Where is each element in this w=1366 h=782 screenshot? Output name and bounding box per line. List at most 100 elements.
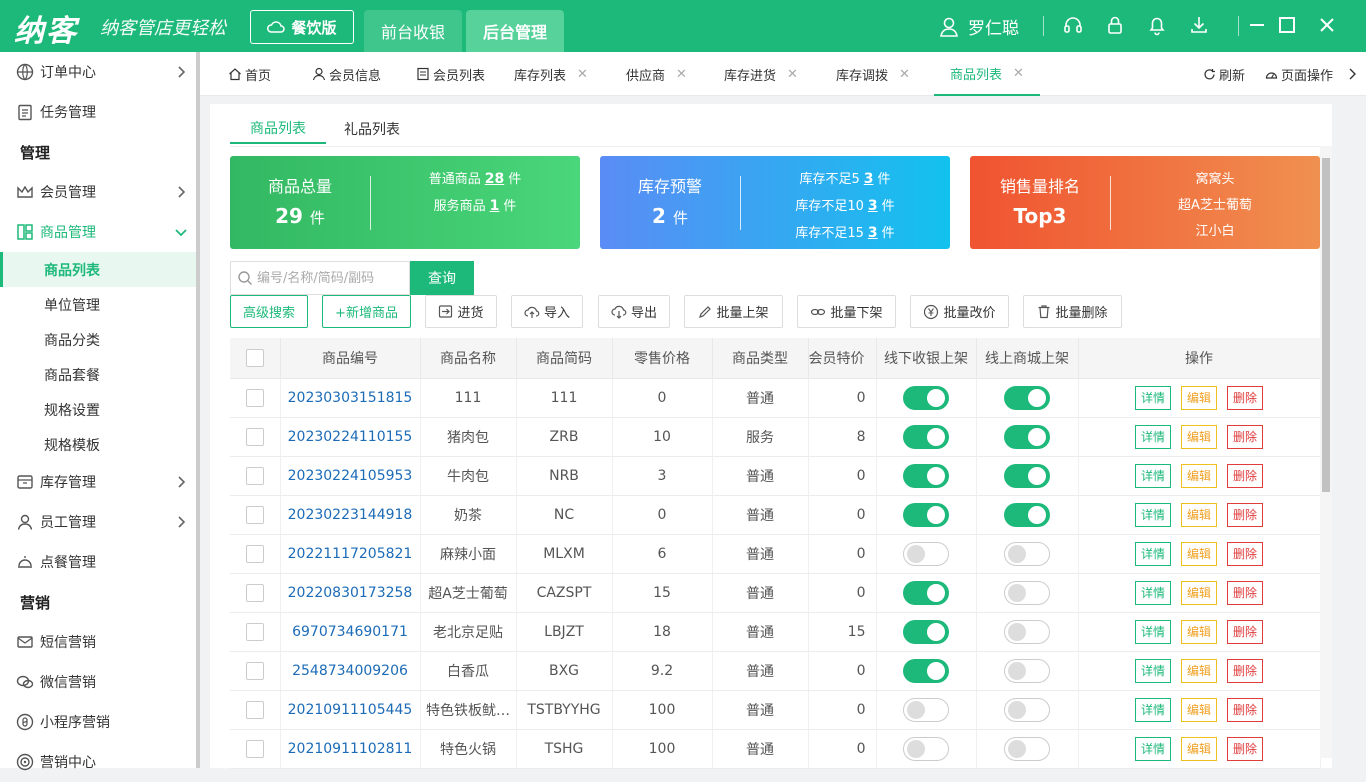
sidebar-sub-goods-list[interactable]: 商品列表 xyxy=(0,252,196,287)
cell-online-toggle[interactable] xyxy=(976,573,1079,613)
tab-close-icon[interactable]: ✕ xyxy=(577,67,588,82)
cell-offline-toggle[interactable] xyxy=(876,417,977,457)
detail-button[interactable]: 详情 xyxy=(1135,502,1171,527)
delete-button[interactable]: 删除 xyxy=(1227,736,1263,761)
toggle-switch[interactable] xyxy=(903,463,949,488)
tab-stock-purchase[interactable]: 库存进货 ✕ xyxy=(724,52,798,96)
sidebar-item-miniprogram[interactable]: 小程序营销 xyxy=(0,702,196,742)
cell-online-toggle[interactable] xyxy=(976,534,1079,574)
lock-icon[interactable] xyxy=(1104,14,1126,36)
batch-price-button[interactable]: 批量改价 xyxy=(910,295,1009,328)
cell-offline-toggle[interactable] xyxy=(876,534,977,574)
row-checkbox[interactable] xyxy=(230,651,281,691)
toggle-switch[interactable] xyxy=(1004,580,1050,605)
sidebar-item-orders[interactable]: 订单中心 xyxy=(0,52,196,92)
toggle-switch[interactable] xyxy=(1004,385,1050,410)
cell-offline-toggle[interactable] xyxy=(876,378,977,418)
delete-button[interactable]: 删除 xyxy=(1227,424,1263,449)
delete-button[interactable]: 删除 xyxy=(1227,619,1263,644)
toggle-switch[interactable] xyxy=(903,385,949,410)
cell-offline-toggle[interactable] xyxy=(876,651,977,691)
toggle-switch[interactable] xyxy=(1004,658,1050,683)
cell-online-toggle[interactable] xyxy=(976,651,1079,691)
row-checkbox[interactable] xyxy=(230,573,281,613)
cell-offline-toggle[interactable] xyxy=(876,690,977,730)
tab-close-icon[interactable]: ✕ xyxy=(899,67,910,82)
cell-online-toggle[interactable] xyxy=(976,378,1079,418)
toggle-switch[interactable] xyxy=(1004,697,1050,722)
edit-button[interactable]: 编辑 xyxy=(1181,541,1217,566)
cell-code[interactable]: 20220830173258 xyxy=(280,573,421,613)
toggle-switch[interactable] xyxy=(903,658,949,683)
tab-close-icon[interactable]: ✕ xyxy=(676,67,687,82)
detail-button[interactable]: 详情 xyxy=(1135,697,1171,722)
toggle-switch[interactable] xyxy=(1004,463,1050,488)
toggle-switch[interactable] xyxy=(903,619,949,644)
cell-offline-toggle[interactable] xyxy=(876,495,977,535)
sidebar-sub-spec-templates[interactable]: 规格模板 xyxy=(0,427,196,462)
detail-button[interactable]: 详情 xyxy=(1135,580,1171,605)
sidebar-scrollbar[interactable] xyxy=(196,52,200,768)
cell-code[interactable]: 20230224110155 xyxy=(280,417,421,457)
row-checkbox[interactable] xyxy=(230,456,281,496)
toggle-switch[interactable] xyxy=(1004,541,1050,566)
tab-member-info[interactable]: 会员信息 xyxy=(312,52,381,96)
tab-stock-list[interactable]: 库存列表 ✕ xyxy=(514,52,588,96)
batch-delist-button[interactable]: 批量下架 xyxy=(797,295,896,328)
cell-online-toggle[interactable] xyxy=(976,690,1079,730)
import-button[interactable]: 导入 xyxy=(511,295,583,328)
sidebar-item-stock[interactable]: 库存管理 xyxy=(0,462,196,502)
sidebar-item-staff[interactable]: 员工管理 xyxy=(0,502,196,542)
edition-button[interactable]: 餐饮版 xyxy=(250,10,354,44)
detail-button[interactable]: 详情 xyxy=(1135,385,1171,410)
minimize-icon[interactable] xyxy=(1246,14,1268,36)
nav-back-office[interactable]: 后台管理 xyxy=(466,10,564,52)
page-ops-button[interactable]: 页面操作 xyxy=(1265,52,1333,96)
toggle-switch[interactable] xyxy=(1004,736,1050,761)
cell-code[interactable]: 20210911105445 xyxy=(280,690,421,730)
nav-front-cashier[interactable]: 前台收银 xyxy=(364,10,462,52)
tab-member-list[interactable]: 会员列表 xyxy=(416,52,485,96)
purchase-button[interactable]: 进货 xyxy=(425,295,497,328)
delete-button[interactable]: 删除 xyxy=(1227,541,1263,566)
cell-code[interactable]: 20210911102811 xyxy=(280,729,421,769)
scrollbar-thumb[interactable] xyxy=(1322,158,1330,492)
row-checkbox[interactable] xyxy=(230,690,281,730)
batch-delete-button[interactable]: 批量删除 xyxy=(1023,295,1122,328)
cell-offline-toggle[interactable] xyxy=(876,573,977,613)
advanced-search-button[interactable]: 高级搜索 xyxy=(230,295,308,328)
tab-goods-list[interactable]: 商品列表 ✕ xyxy=(934,52,1040,96)
row-checkbox[interactable] xyxy=(230,534,281,574)
toggle-switch[interactable] xyxy=(1004,619,1050,644)
close-icon[interactable] xyxy=(1316,14,1338,36)
tab-close-icon[interactable]: ✕ xyxy=(1013,66,1024,81)
sidebar-item-members[interactable]: 会员管理 xyxy=(0,172,196,212)
edit-button[interactable]: 编辑 xyxy=(1181,502,1217,527)
sidebar-sub-combos[interactable]: 商品套餐 xyxy=(0,357,196,392)
sidebar-item-sms[interactable]: 短信营销 xyxy=(0,622,196,662)
edit-button[interactable]: 编辑 xyxy=(1181,697,1217,722)
cell-online-toggle[interactable] xyxy=(976,729,1079,769)
tab-stock-transfer[interactable]: 库存调拨 ✕ xyxy=(836,52,910,96)
row-checkbox[interactable] xyxy=(230,378,281,418)
delete-button[interactable]: 删除 xyxy=(1227,502,1263,527)
toggle-switch[interactable] xyxy=(903,502,949,527)
edit-button[interactable]: 编辑 xyxy=(1181,619,1217,644)
edit-button[interactable]: 编辑 xyxy=(1181,385,1217,410)
maximize-icon[interactable] xyxy=(1276,14,1298,36)
toggle-switch[interactable] xyxy=(1004,502,1050,527)
user-area[interactable]: 罗仁聪 xyxy=(938,14,1019,39)
add-goods-button[interactable]: +新增商品 xyxy=(322,295,411,328)
cell-code[interactable]: 20221117205821 xyxy=(280,534,421,574)
tab-home[interactable]: 首页 xyxy=(228,52,271,96)
sidebar-sub-categories[interactable]: 商品分类 xyxy=(0,322,196,357)
cell-offline-toggle[interactable] xyxy=(876,729,977,769)
row-checkbox[interactable] xyxy=(230,417,281,457)
toggle-switch[interactable] xyxy=(903,736,949,761)
subtab-goods-list[interactable]: 商品列表 xyxy=(230,114,326,144)
tab-scroll-right-icon[interactable] xyxy=(1348,52,1358,96)
toggle-switch[interactable] xyxy=(1004,424,1050,449)
cell-code[interactable]: 2548734009206 xyxy=(280,651,421,691)
row-checkbox[interactable] xyxy=(230,729,281,769)
edit-button[interactable]: 编辑 xyxy=(1181,463,1217,488)
